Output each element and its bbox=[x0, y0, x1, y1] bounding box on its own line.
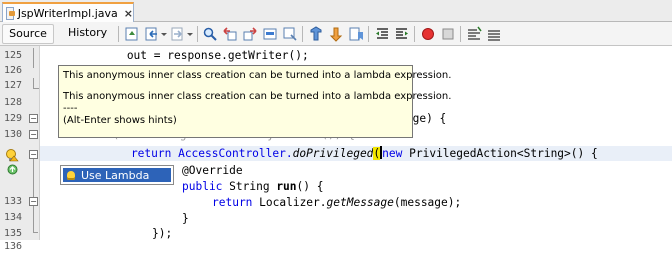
code-text: return AccessController. bbox=[104, 147, 293, 160]
toolbar-separator bbox=[302, 26, 303, 42]
code-line-136: }); bbox=[152, 227, 173, 240]
find-next-icon[interactable] bbox=[242, 26, 258, 42]
line-number: 125 bbox=[4, 50, 23, 61]
back-icon[interactable] bbox=[144, 26, 160, 42]
fold-guide bbox=[33, 206, 34, 232]
hint-warning-bulb-icon[interactable] bbox=[5, 148, 19, 162]
shift-line-left-icon[interactable] bbox=[374, 26, 390, 42]
toolbar-separator bbox=[460, 26, 461, 42]
editor-tab-bar: JspWriterImpl.java × bbox=[0, 0, 672, 22]
editor-tab[interactable]: JspWriterImpl.java × bbox=[2, 2, 134, 22]
toolbar-separator bbox=[118, 26, 119, 42]
code-text: PrivilegedAction<String>() { bbox=[402, 147, 598, 160]
stop-macro-recording-icon[interactable] bbox=[440, 26, 456, 42]
tab-file-name: JspWriterImpl.java bbox=[17, 6, 118, 20]
use-lambda-hint-item[interactable]: Use Lambda bbox=[63, 168, 171, 182]
fold-collapse-icon[interactable]: − bbox=[29, 197, 38, 206]
code-text: () { bbox=[296, 180, 324, 193]
find-previous-icon[interactable] bbox=[222, 26, 238, 42]
line-number: 126 bbox=[4, 65, 23, 76]
line-number: 136 bbox=[4, 241, 23, 252]
fold-guide bbox=[33, 48, 34, 68]
code-line-135: } bbox=[182, 212, 189, 225]
source-view-button[interactable]: Source bbox=[2, 24, 54, 44]
code-keyword: return bbox=[212, 196, 253, 209]
back-history-dropdown-icon[interactable] bbox=[160, 26, 168, 42]
code-keyword: public bbox=[182, 180, 223, 193]
history-view-button[interactable]: History bbox=[62, 24, 112, 44]
forward-icon[interactable] bbox=[170, 26, 186, 42]
code-text: (message); bbox=[393, 196, 462, 209]
line-number: 128 bbox=[4, 97, 23, 108]
code-line-134: return Localizer.getMessage(message); bbox=[212, 195, 461, 210]
next-bookmark-icon[interactable] bbox=[328, 26, 344, 42]
code-line-125: out = response.getWriter(); bbox=[46, 49, 309, 62]
close-tab-icon[interactable]: × bbox=[124, 7, 133, 20]
use-lambda-label: Use Lambda bbox=[81, 168, 150, 182]
overrides-method-icon[interactable] bbox=[7, 164, 18, 175]
fold-guide bbox=[33, 159, 34, 197]
tooltip-line: This anonymous inner class creation can … bbox=[63, 70, 452, 81]
toolbar-separator bbox=[197, 26, 198, 42]
hint-popup: Use Lambda bbox=[60, 165, 174, 185]
code-method: getMessage bbox=[326, 196, 394, 209]
editor-toolbar: Source History bbox=[0, 22, 672, 46]
toggle-highlight-search-icon[interactable] bbox=[282, 26, 298, 42]
comment-icon[interactable] bbox=[466, 26, 482, 42]
java-file-icon bbox=[6, 6, 15, 20]
previous-bookmark-icon[interactable] bbox=[308, 26, 324, 42]
toolbar-separator bbox=[368, 26, 369, 42]
lambda-hint-tooltip: This anonymous inner class creation can … bbox=[58, 65, 452, 138]
lightbulb-icon bbox=[67, 170, 75, 180]
tooltip-separator: ---- bbox=[63, 103, 78, 114]
uncomment-icon[interactable] bbox=[486, 26, 502, 42]
toggle-bookmark-icon[interactable] bbox=[348, 26, 364, 42]
code-method: doPrivileged bbox=[292, 147, 374, 160]
code-line-131: return AccessController.doPrivileged(new… bbox=[104, 146, 598, 160]
find-selection-icon[interactable] bbox=[262, 26, 278, 42]
fold-collapse-icon[interactable]: − bbox=[29, 130, 38, 139]
toolbar-separator bbox=[414, 26, 415, 42]
code-text: String bbox=[222, 180, 277, 193]
code-line-133: public String run() { bbox=[182, 179, 323, 194]
shift-line-right-icon[interactable] bbox=[394, 26, 410, 42]
forward-history-dropdown-icon[interactable] bbox=[186, 26, 194, 42]
fold-end bbox=[33, 78, 39, 89]
line-number: 134 bbox=[4, 212, 23, 223]
line-number: 127 bbox=[4, 80, 23, 91]
code-method: run bbox=[276, 180, 297, 193]
start-macro-recording-icon[interactable] bbox=[420, 26, 436, 42]
tooltip-shortcut-hint: (Alt-Enter shows hints) bbox=[63, 115, 177, 126]
last-edit-icon[interactable] bbox=[124, 26, 140, 42]
fold-end bbox=[33, 232, 38, 233]
fold-collapse-icon[interactable]: − bbox=[29, 114, 38, 123]
code-text: Localizer. bbox=[252, 196, 327, 209]
fold-collapse-icon[interactable]: − bbox=[29, 150, 38, 159]
find-icon[interactable] bbox=[202, 26, 218, 42]
code-line-132: @Override bbox=[182, 164, 243, 177]
tooltip-line: This anonymous inner class creation can … bbox=[63, 91, 452, 102]
code-keyword: new bbox=[382, 147, 403, 160]
